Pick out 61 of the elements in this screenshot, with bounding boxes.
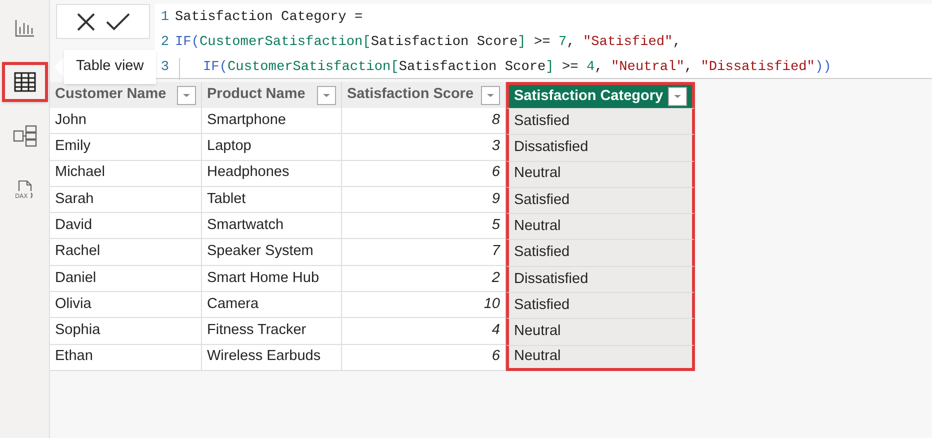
table-cell: Rachel bbox=[50, 239, 202, 266]
model-icon bbox=[12, 125, 36, 147]
table-cell: Neutral bbox=[506, 318, 695, 345]
table-cell: Dissatisfied bbox=[506, 266, 695, 292]
sidebar-item[interactable] bbox=[2, 62, 48, 102]
table-cell: John bbox=[50, 108, 202, 134]
table-cell: Speaker System bbox=[202, 239, 342, 266]
table-cell: Smart Home Hub bbox=[202, 266, 342, 292]
table-icon bbox=[14, 72, 36, 92]
table-cell: Satisfied bbox=[506, 108, 695, 134]
table-cell: Sophia bbox=[50, 318, 202, 345]
table-cell: 4 bbox=[342, 318, 506, 345]
table-cell: Emily bbox=[50, 134, 202, 161]
table-cell: Camera bbox=[202, 292, 342, 318]
table-cell: Olivia bbox=[50, 292, 202, 318]
table-cell: Smartphone bbox=[202, 108, 342, 134]
table-cell: Neutral bbox=[506, 213, 695, 240]
dropdown-icon[interactable] bbox=[481, 86, 500, 104]
table-cell: 2 bbox=[342, 266, 506, 292]
table-cell: Fitness Tracker bbox=[202, 318, 342, 345]
table-cell: Neutral bbox=[506, 344, 695, 371]
table-cell: Satisfied bbox=[506, 186, 695, 214]
checkmark-icon[interactable] bbox=[106, 12, 130, 30]
table-cell: Headphones bbox=[202, 160, 342, 187]
line-number: 2 bbox=[160, 34, 170, 52]
dropdown-icon[interactable] bbox=[668, 87, 687, 106]
dropdown-icon[interactable] bbox=[317, 86, 336, 104]
table-cell: David bbox=[50, 213, 202, 240]
formula-line: IF(CustomerSatisfaction[Satisfaction Score] >= 4, "Neutral", "Dissatisfied")) bbox=[203, 59, 832, 78]
table-cell: Michael bbox=[50, 160, 202, 187]
table-cell: Tablet bbox=[202, 186, 342, 214]
table-cell: 8 bbox=[342, 108, 506, 134]
table-cell: Smartwatch bbox=[202, 213, 342, 240]
line-number: 3 bbox=[160, 59, 170, 78]
table-cell: Satisfied bbox=[506, 239, 695, 266]
formula-line: IF(CustomerSatisfaction[Satisfaction Score] >= 7, "Satisfied", bbox=[175, 34, 681, 52]
table-cell: Wireless Earbuds bbox=[202, 344, 342, 371]
column-header[interactable]: Satisfaction Category bbox=[506, 82, 695, 108]
dropdown-icon[interactable] bbox=[177, 86, 196, 104]
column-header[interactable]: Customer Name bbox=[50, 82, 202, 108]
table-cell: Sarah bbox=[50, 186, 202, 214]
column-header[interactable]: Satisfaction Score bbox=[342, 82, 506, 108]
table-cell: Laptop bbox=[202, 134, 342, 161]
column-header[interactable]: Product Name bbox=[202, 82, 342, 108]
table-cell: Dissatisfied bbox=[506, 134, 695, 161]
close-icon[interactable] bbox=[76, 12, 96, 32]
formula-line: Satisfaction Category = bbox=[175, 9, 363, 28]
table-cell: 3 bbox=[342, 134, 506, 161]
formula-editor[interactable]: 1 Satisfaction Category = 2 IF(CustomerSatisfaction[Satisfaction Score] >= 7, "Satisfied", 3 IF(CustomerSatisfaction[Satisfaction Score] >= 4, "Neutral", "Dissatisfied")) bbox=[155, 4, 932, 79]
table-cell: 10 bbox=[342, 292, 506, 318]
bar-chart-icon bbox=[14, 19, 34, 37]
table-cell: 6 bbox=[342, 344, 506, 371]
table-cell: Satisfied bbox=[506, 292, 695, 318]
table-cell: 6 bbox=[342, 160, 506, 187]
table-cell: 7 bbox=[342, 239, 506, 266]
table-cell: Ethan bbox=[50, 344, 202, 371]
table-cell: Daniel bbox=[50, 266, 202, 292]
line-number: 1 bbox=[160, 9, 170, 28]
table-cell: 5 bbox=[342, 213, 506, 240]
table-cell: 9 bbox=[342, 186, 506, 214]
table-cell: Neutral bbox=[506, 160, 695, 187]
